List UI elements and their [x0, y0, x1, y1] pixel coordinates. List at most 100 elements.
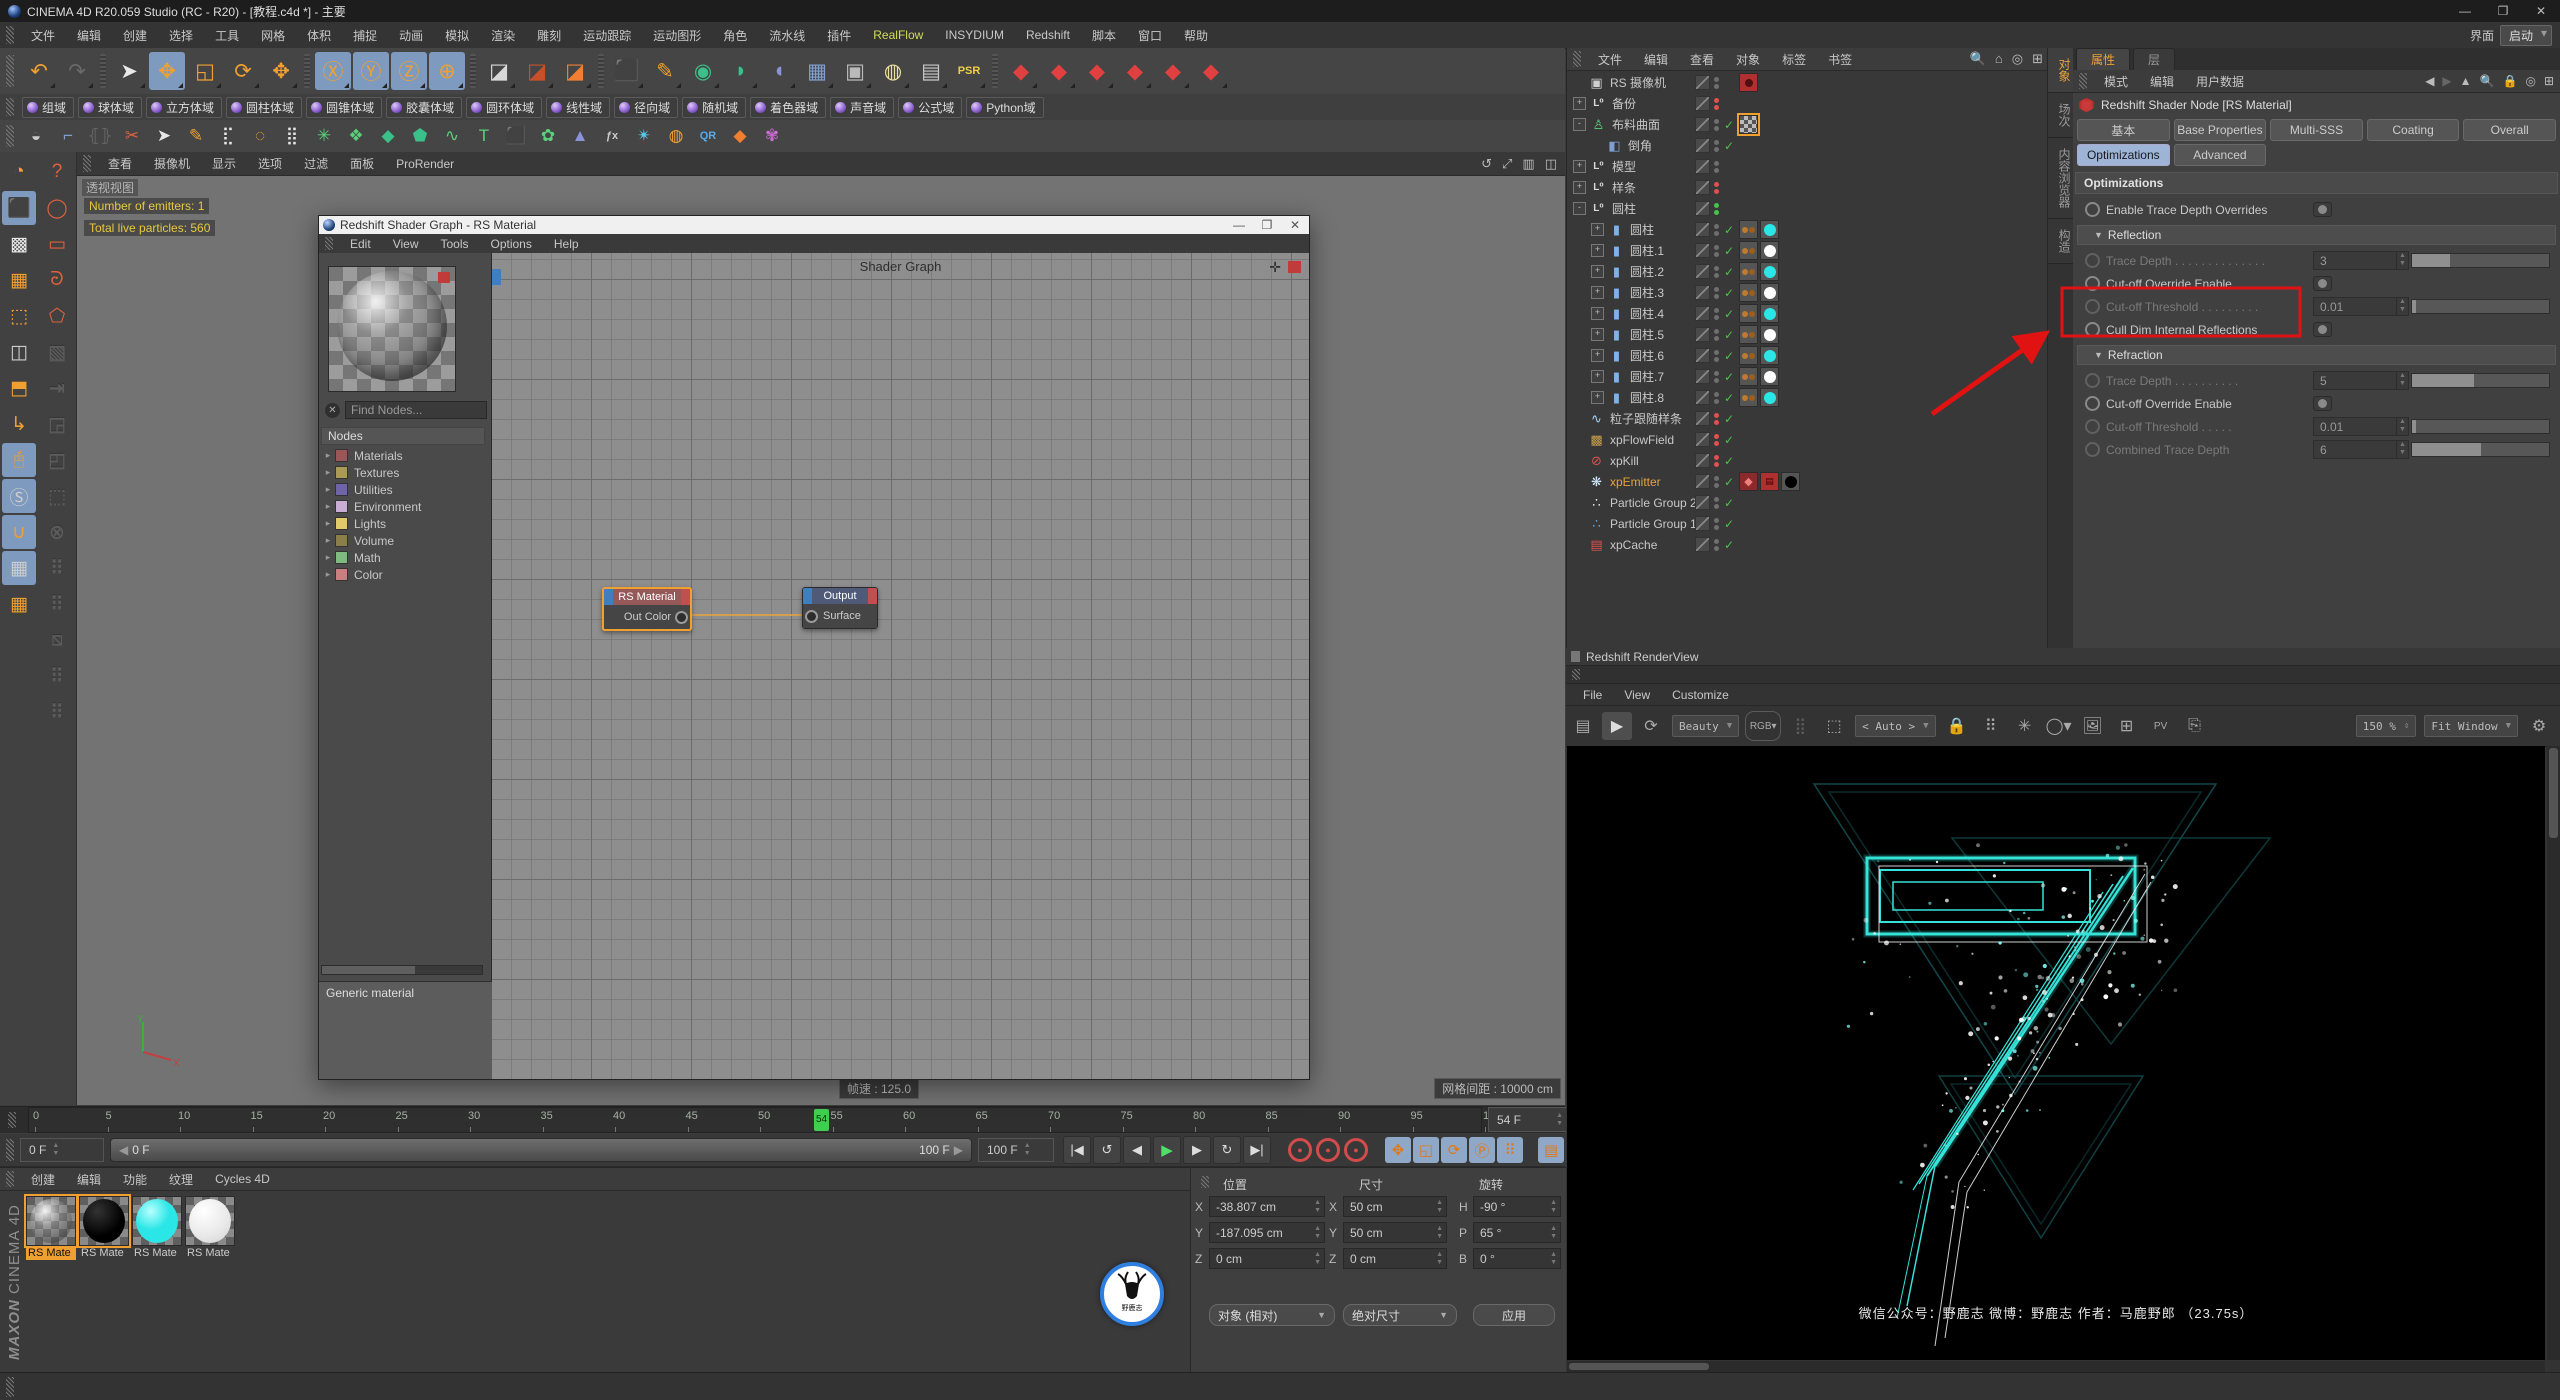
node-category-lights[interactable]: ▸Lights	[321, 515, 483, 532]
menu-item-编辑[interactable]: 编辑	[66, 27, 112, 44]
layer-toggle-icon[interactable]	[1695, 432, 1710, 447]
panel-tab-内容浏览器[interactable]: 内容浏览器	[2048, 138, 2073, 219]
menu-item-角色[interactable]: 角色	[712, 27, 758, 44]
layer-toggle-icon[interactable]	[1695, 222, 1710, 237]
object-toggles[interactable]: ✓	[1695, 138, 1738, 153]
object-toggles[interactable]: ✓	[1695, 243, 1738, 258]
keyframe-circle-icon[interactable]	[2085, 396, 2100, 411]
menu-item-脚本[interactable]: 脚本	[1081, 27, 1127, 44]
object-name[interactable]: Particle Group 2	[1610, 496, 1697, 510]
coordinate-system-icon[interactable]: ⊕	[429, 52, 465, 90]
menu-item-编辑[interactable]: 编辑	[2139, 73, 2185, 90]
play-reverse-icon[interactable]: ↺	[1093, 1136, 1121, 1164]
enable-check-icon[interactable]: ✓	[1724, 496, 1738, 510]
object-toggles[interactable]: ✓	[1695, 306, 1738, 321]
value-field[interactable]: 3▲▼	[2313, 251, 2409, 270]
viewport-menu-handle[interactable]	[83, 155, 91, 171]
expander-icon[interactable]: +	[1591, 328, 1604, 341]
zoom-field[interactable]: 150 %⇕	[2356, 715, 2417, 737]
visibility-dots[interactable]	[1714, 455, 1719, 467]
object-toggles[interactable]: ✓	[1695, 453, 1738, 468]
graph-red-square[interactable]	[1288, 261, 1301, 273]
node-category-color[interactable]: ▸Color	[321, 566, 483, 583]
up-icon[interactable]: ▲	[2460, 74, 2472, 88]
disabled-tool-icon[interactable]: ⬚	[40, 479, 74, 513]
menu-item-渲染[interactable]: 渲染	[480, 27, 526, 44]
points-cage-icon[interactable]: ❖	[341, 122, 371, 150]
menu-item-查看[interactable]: 查看	[1679, 51, 1725, 68]
crystal-icon[interactable]: ⬟	[405, 122, 435, 150]
object-row[interactable]: +▮圆柱.1✓	[1567, 240, 2047, 261]
play-forward-icon[interactable]: ▶	[1153, 1136, 1181, 1164]
field-button-立方体域[interactable]: 立方体域	[146, 97, 222, 118]
graph-panel-handle[interactable]	[492, 269, 501, 285]
object-toggles[interactable]: ✓	[1695, 495, 1738, 510]
size-z-field[interactable]: 0 cm▲▼	[1343, 1248, 1447, 1269]
renderview-handle[interactable]	[1572, 669, 1580, 681]
disabled-tool-icon[interactable]: ▧	[40, 335, 74, 369]
field-button-球体域[interactable]: 球体域	[78, 97, 142, 118]
pen-select-icon[interactable]: ➤	[149, 122, 179, 150]
disabled-tool-icon[interactable]: ◲	[40, 407, 74, 441]
object-row[interactable]: +▮圆柱.7✓	[1567, 366, 2047, 387]
shader-window-titlebar[interactable]: Redshift Shader Graph - RS Material — ❐ …	[319, 216, 1309, 234]
dots-grid-icon[interactable]: ⠿	[40, 695, 74, 729]
snowflake-icon[interactable]: ✳	[2010, 712, 2040, 740]
expander-icon[interactable]: +	[1573, 181, 1586, 194]
poly-select-icon[interactable]: ⬠	[40, 299, 74, 333]
stepper-icon[interactable]: ▲▼	[1547, 1251, 1560, 1267]
object-toggles[interactable]: ✓	[1695, 285, 1738, 300]
hierarchy-icon[interactable]: ⌐	[53, 122, 83, 150]
menu-item-显示[interactable]: 显示	[201, 155, 247, 172]
keyframe-circle-icon[interactable]	[2085, 442, 2100, 457]
field-button-Python域[interactable]: Python域	[966, 97, 1043, 118]
visibility-dots[interactable]	[1714, 434, 1719, 446]
object-toggles[interactable]: ✓	[1695, 222, 1738, 237]
expander-icon[interactable]: +	[1591, 244, 1604, 257]
search-icon[interactable]: 🔍	[2480, 74, 2495, 88]
field-button-随机域[interactable]: 随机域	[682, 97, 746, 118]
key-parameter-icon[interactable]: Ⓟ	[1469, 1137, 1495, 1163]
eye-icon[interactable]: ◎	[2012, 51, 2023, 67]
menu-item-插件[interactable]: 插件	[816, 27, 862, 44]
object-row[interactable]: +▮圆柱✓	[1567, 219, 2047, 240]
object-row[interactable]: +▮圆柱.6✓	[1567, 345, 2047, 366]
snapshot-icon[interactable]: ▤	[1568, 712, 1598, 740]
tag-phong[interactable]	[1739, 241, 1758, 260]
attribute-tab-属性[interactable]: 属性	[2076, 48, 2130, 70]
stepper-icon[interactable]: ▲▼	[2396, 441, 2408, 458]
visibility-dots[interactable]	[1714, 224, 1719, 236]
stepper-icon[interactable]: ▲▼	[1433, 1225, 1446, 1241]
expander-icon[interactable]: ▸	[321, 450, 335, 461]
object-toggles[interactable]	[1695, 180, 1738, 195]
scale-tool-icon[interactable]: ◱	[187, 52, 223, 90]
dots-grid-icon[interactable]: ⠿	[40, 659, 74, 693]
tag-mat-white[interactable]	[1760, 241, 1779, 260]
menu-item-模拟[interactable]: 模拟	[434, 27, 480, 44]
object-row[interactable]: ▩xpFlowField✓	[1567, 429, 2047, 450]
menu-item-书签[interactable]: 书签	[1817, 51, 1863, 68]
size-mode-dropdown[interactable]: 绝对尺寸▼	[1343, 1304, 1457, 1326]
expander-icon[interactable]: ▸	[321, 535, 335, 546]
preview-range-slider[interactable]: ◀0 F 100 F▶	[110, 1138, 972, 1162]
status-handle[interactable]	[6, 1377, 14, 1397]
enable-check-icon[interactable]: ✓	[1724, 538, 1738, 552]
enable-check-icon[interactable]: ✓	[1724, 391, 1738, 405]
keyframe-circle-icon[interactable]	[2085, 253, 2100, 268]
region-icon[interactable]: ◯▾	[2044, 712, 2074, 740]
visibility-dots[interactable]	[1714, 518, 1719, 530]
object-row[interactable]: ⊘xpKill✓	[1567, 450, 2047, 471]
menu-item-Redshift[interactable]: Redshift	[1015, 28, 1081, 42]
expander-icon[interactable]: ▸	[321, 552, 335, 563]
next-key-icon[interactable]: ▶	[1183, 1136, 1211, 1164]
object-name[interactable]: 粒子跟随样条	[1610, 410, 1682, 427]
object-row[interactable]: ∴Particle Group 1✓	[1567, 513, 2047, 534]
diamond-orange-icon[interactable]: ◆	[725, 122, 755, 150]
object-name[interactable]: 模型	[1612, 158, 1636, 175]
tag-mat-cyan[interactable]	[1760, 388, 1779, 407]
menu-item-纹理[interactable]: 纹理	[158, 1171, 204, 1188]
enable-check-icon[interactable]: ✓	[1724, 139, 1738, 153]
object-name[interactable]: 圆柱.3	[1630, 284, 1664, 301]
add-primitive-cube-icon[interactable]: ⬛	[609, 52, 645, 90]
object-toggles[interactable]: ✓	[1695, 390, 1738, 405]
